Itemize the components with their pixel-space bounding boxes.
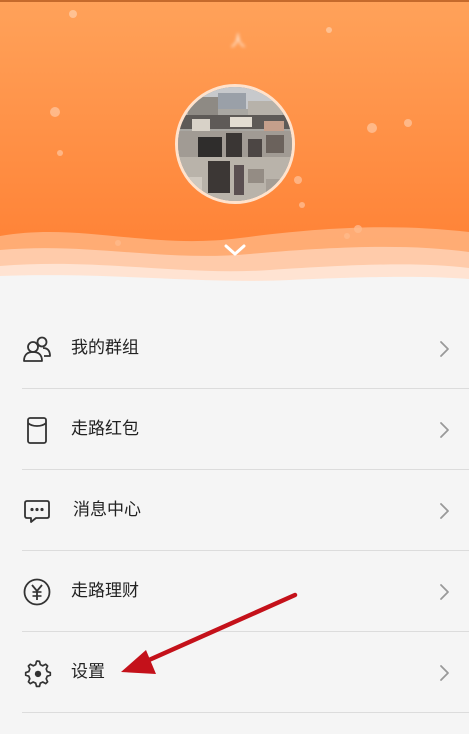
avatar-image	[178, 87, 292, 201]
username: 人	[230, 32, 246, 50]
message-icon	[24, 500, 50, 523]
menu-item-label: 走路红包	[71, 419, 139, 439]
menu-item-my-groups[interactable]: 我的群组	[0, 308, 469, 389]
menu-item-walk-red-packet[interactable]: 走路红包	[0, 389, 469, 470]
menu-item-label: 设置	[71, 662, 105, 682]
yen-icon	[23, 578, 51, 606]
divider	[22, 712, 469, 713]
chevron-right-icon	[440, 503, 449, 519]
chevron-right-icon	[440, 422, 449, 438]
profile-page: 人 我的群组 走路红包 消息中心 走路理财 设置	[0, 0, 469, 734]
chevron-right-icon	[440, 584, 449, 600]
menu-list: 我的群组 走路红包 消息中心 走路理财 设置	[0, 308, 469, 713]
gear-icon	[24, 660, 52, 688]
menu-item-settings[interactable]: 设置	[0, 632, 469, 713]
menu-item-label: 我的群组	[71, 338, 139, 358]
menu-item-walk-finance[interactable]: 走路理财	[0, 551, 469, 632]
group-icon	[23, 336, 51, 362]
chevron-down-icon[interactable]	[222, 240, 248, 260]
chevron-right-icon	[440, 341, 449, 357]
menu-item-label: 走路理财	[71, 581, 139, 601]
chevron-right-icon	[440, 665, 449, 681]
menu-item-message-center[interactable]: 消息中心	[0, 470, 469, 551]
menu-item-label: 消息中心	[73, 500, 141, 520]
avatar[interactable]	[175, 84, 295, 204]
profile-header: 人	[0, 0, 469, 290]
red-packet-icon	[27, 417, 47, 444]
